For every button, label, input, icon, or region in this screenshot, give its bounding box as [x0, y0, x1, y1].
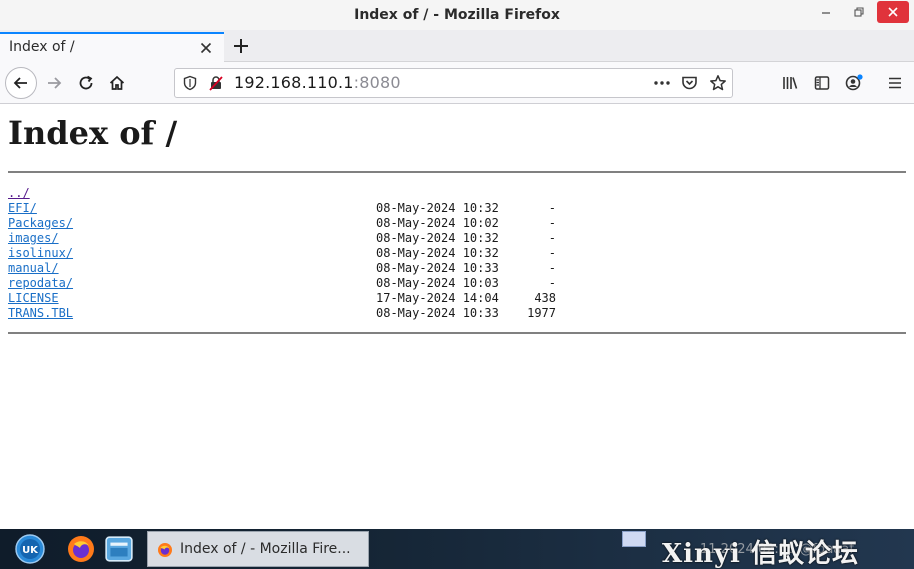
url-text[interactable]: 192.168.110.1:8080 [234, 73, 401, 92]
library-icon [783, 77, 798, 89]
navigation-toolbar: 192.168.110.1:8080 [0, 62, 914, 104]
home-button[interactable] [102, 68, 132, 98]
insecure-lock-icon[interactable] [208, 75, 224, 91]
window-title: Index of / - Mozilla Firefox [354, 7, 560, 23]
taskbar-task-label: Index of / - Mozilla Fire... [180, 541, 351, 557]
file-link[interactable]: Packages/ [8, 216, 73, 231]
arrow-right-icon [48, 77, 62, 89]
sidebar-icon [814, 76, 830, 90]
account-icon [845, 74, 863, 91]
file-date: 08-May-2024 10:02 [376, 216, 499, 230]
file-size: - [548, 246, 556, 260]
tab-close-icon[interactable] [199, 41, 213, 55]
list-item: TRANS.TBL 08-May-2024 10:33 1977 [8, 306, 556, 321]
library-button[interactable] [775, 68, 805, 98]
star-icon[interactable] [709, 74, 727, 92]
forward-button[interactable] [39, 68, 69, 98]
arrow-left-icon [13, 77, 27, 89]
file-link-parent[interactable]: ../ [8, 186, 30, 201]
file-size: 438 [534, 291, 556, 305]
url-host: 192.168.110.1 [234, 73, 354, 92]
file-date: 08-May-2024 10:32 [376, 231, 499, 245]
file-date: 08-May-2024 10:03 [376, 276, 499, 290]
directory-listing: ../ EFI/ 08-May-2024 10:32 - Packages/ 0… [8, 186, 556, 321]
tab-index[interactable]: Index of / [0, 32, 224, 62]
account-button[interactable] [839, 68, 869, 98]
window-titlebar: Index of / - Mozilla Firefox [0, 0, 914, 30]
url-port: :8080 [353, 73, 401, 92]
firefox-icon [158, 543, 172, 557]
file-date: 08-May-2024 10:33 [376, 306, 499, 320]
reload-icon [79, 75, 93, 90]
page-content: Index of / ../ EFI/ 08-May-2024 10:32 - … [0, 104, 914, 529]
file-link[interactable]: EFI/ [8, 201, 37, 216]
home-icon [109, 75, 125, 90]
pocket-icon[interactable] [681, 75, 698, 91]
file-size: - [548, 231, 556, 245]
menu-button[interactable] [880, 68, 910, 98]
firefox-launcher-icon[interactable] [66, 534, 96, 564]
file-date: 08-May-2024 10:32 [376, 246, 499, 260]
bottom-divider [8, 332, 906, 334]
file-date: 17-May-2024 14:04 [376, 291, 499, 305]
taskbar: UK Index of / - Mozilla Fire... 11 2024 … [0, 529, 914, 569]
file-link[interactable]: manual/ [8, 261, 59, 276]
file-link[interactable]: LICENSE [8, 291, 59, 306]
close-window-button[interactable] [877, 1, 909, 23]
top-divider [8, 171, 906, 173]
reload-button[interactable] [71, 68, 101, 98]
file-date: 08-May-2024 10:32 [376, 201, 499, 215]
file-date: 08-May-2024 10:33 [376, 261, 499, 275]
list-item: isolinux/ 08-May-2024 10:32 - [8, 246, 556, 261]
file-size: - [548, 201, 556, 215]
tray-window-icon[interactable] [622, 531, 646, 547]
file-size: - [548, 276, 556, 290]
close-icon [888, 7, 898, 17]
maximize-button[interactable] [845, 0, 873, 24]
tab-label: Index of / [9, 39, 75, 55]
plus-icon [234, 39, 248, 53]
more-icon[interactable] [653, 76, 671, 90]
list-item: manual/ 08-May-2024 10:33 - [8, 261, 556, 276]
file-link[interactable]: repodata/ [8, 276, 73, 291]
list-item: images/ 08-May-2024 10:32 - [8, 231, 556, 246]
start-menu-icon[interactable]: UK [15, 534, 45, 564]
svg-text:UK: UK [22, 545, 39, 556]
restore-icon [854, 7, 864, 17]
back-button[interactable] [5, 67, 37, 99]
list-item: Packages/ 08-May-2024 10:02 - [8, 216, 556, 231]
list-item: ../ [8, 186, 51, 201]
tab-strip: Index of / [0, 30, 914, 62]
hamburger-icon [889, 77, 901, 89]
taskbar-task-firefox[interactable]: Index of / - Mozilla Fire... [147, 531, 369, 567]
shield-icon[interactable] [182, 75, 198, 91]
minimize-icon [822, 12, 830, 14]
sidebar-button[interactable] [807, 68, 837, 98]
list-item: EFI/ 08-May-2024 10:32 - [8, 201, 556, 216]
page-title: Index of / [8, 114, 178, 152]
file-size: - [548, 261, 556, 275]
new-tab-button[interactable] [230, 35, 252, 57]
file-link[interactable]: images/ [8, 231, 59, 246]
file-size: - [548, 216, 556, 230]
watermark-logo: Xinyi 信蚁论坛 [662, 539, 859, 569]
file-size: 1977 [527, 306, 556, 320]
file-manager-icon[interactable] [104, 534, 134, 564]
list-item: repodata/ 08-May-2024 10:03 - [8, 276, 556, 291]
minimize-button[interactable] [812, 0, 840, 24]
url-bar[interactable]: 192.168.110.1:8080 [174, 68, 733, 98]
file-link[interactable]: TRANS.TBL [8, 306, 73, 321]
list-item: LICENSE 17-May-2024 14:04 438 [8, 291, 556, 306]
file-link[interactable]: isolinux/ [8, 246, 73, 261]
